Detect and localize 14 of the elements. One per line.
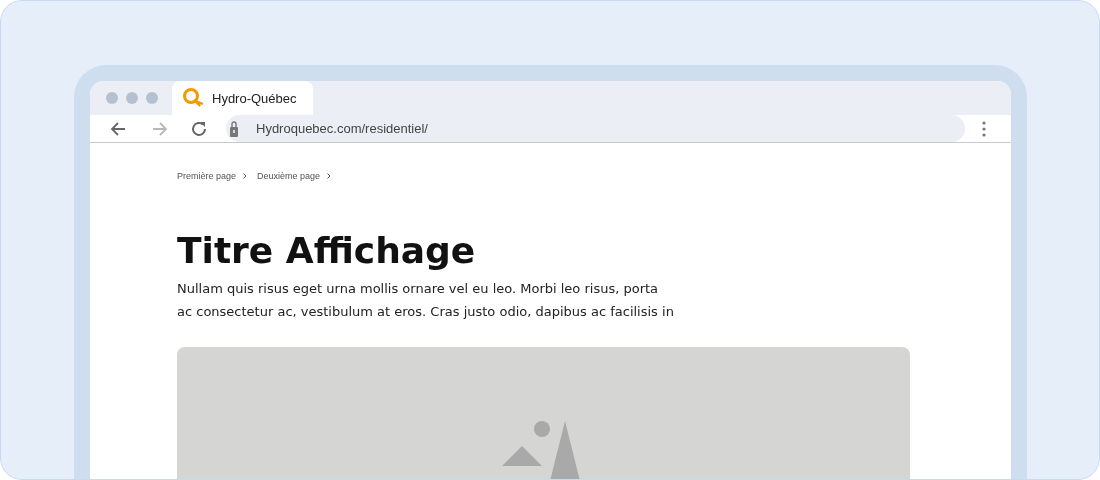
page-title: Titre Affichage [177, 229, 477, 273]
window-control-dot[interactable] [126, 92, 138, 104]
browser-tab[interactable]: Hydro-Québec [172, 81, 313, 115]
window-control-dot[interactable] [146, 92, 158, 104]
chevron-icon [243, 173, 248, 179]
window-control-dot[interactable] [106, 92, 118, 104]
menu-icon[interactable] [981, 120, 987, 137]
address-bar[interactable]: Hydroquebec.com/residentiel/ [226, 115, 965, 142]
breadcrumb-link[interactable]: Deuxième page [257, 171, 321, 181]
chevron-icon [327, 173, 332, 179]
breadcrumb-link[interactable]: Première page [177, 171, 237, 181]
intro-paragraph: Nullam quis risus eget urna mollis ornare vel eu leo. Morbi leo risus, porta ac consectetur ac, vestibulum at eros. Cras justo odio, dapibus ac facilisis in [177, 280, 675, 321]
lock-icon [230, 120, 238, 137]
logo-icon [182, 87, 204, 109]
